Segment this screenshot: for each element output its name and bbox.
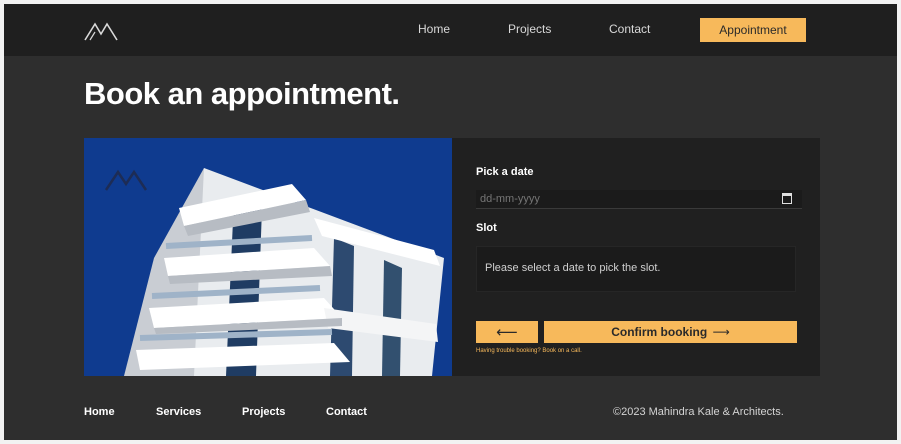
confirm-booking-button[interactable]: Confirm booking ⟶ bbox=[544, 321, 797, 343]
book-on-call-link[interactable]: Having trouble booking? Book on a call. bbox=[476, 348, 582, 354]
nav-contact-link[interactable]: Contact bbox=[609, 22, 650, 36]
booking-form-panel: Pick a date Slot Please select a date to… bbox=[452, 138, 820, 376]
footer-contact-link[interactable]: Contact bbox=[326, 406, 367, 418]
building-illustration bbox=[84, 138, 452, 376]
slot-label: Slot bbox=[476, 222, 497, 234]
copyright-text: ©2023 Mahindra Kale & Architects. bbox=[613, 406, 784, 418]
appointment-button[interactable]: Appointment bbox=[700, 18, 806, 42]
nav-home-link[interactable]: Home bbox=[418, 22, 450, 36]
footer-projects-link[interactable]: Projects bbox=[242, 406, 285, 418]
arrow-right-icon: ⟶ bbox=[712, 325, 730, 339]
slot-selector[interactable]: Please select a date to pick the slot. bbox=[476, 246, 796, 292]
footer-services-link[interactable]: Services bbox=[156, 406, 201, 418]
app-frame: Home Projects Contact Appointment Book a… bbox=[4, 4, 897, 440]
date-input[interactable] bbox=[476, 190, 802, 209]
arrow-left-icon: ⟵ bbox=[496, 323, 518, 341]
footer-home-link[interactable]: Home bbox=[84, 406, 115, 418]
mountain-logo-icon[interactable] bbox=[84, 20, 118, 42]
nav-projects-link[interactable]: Projects bbox=[508, 22, 551, 36]
top-navigation-bar: Home Projects Contact Appointment bbox=[4, 4, 897, 56]
calendar-icon[interactable] bbox=[782, 193, 792, 204]
back-button[interactable]: ⟵ bbox=[476, 321, 538, 343]
building-photo bbox=[84, 138, 452, 376]
page-title: Book an appointment. bbox=[84, 76, 400, 111]
slot-placeholder-message: Please select a date to pick the slot. bbox=[485, 262, 661, 274]
confirm-booking-label: Confirm booking bbox=[611, 325, 708, 339]
date-label: Pick a date bbox=[476, 166, 534, 178]
